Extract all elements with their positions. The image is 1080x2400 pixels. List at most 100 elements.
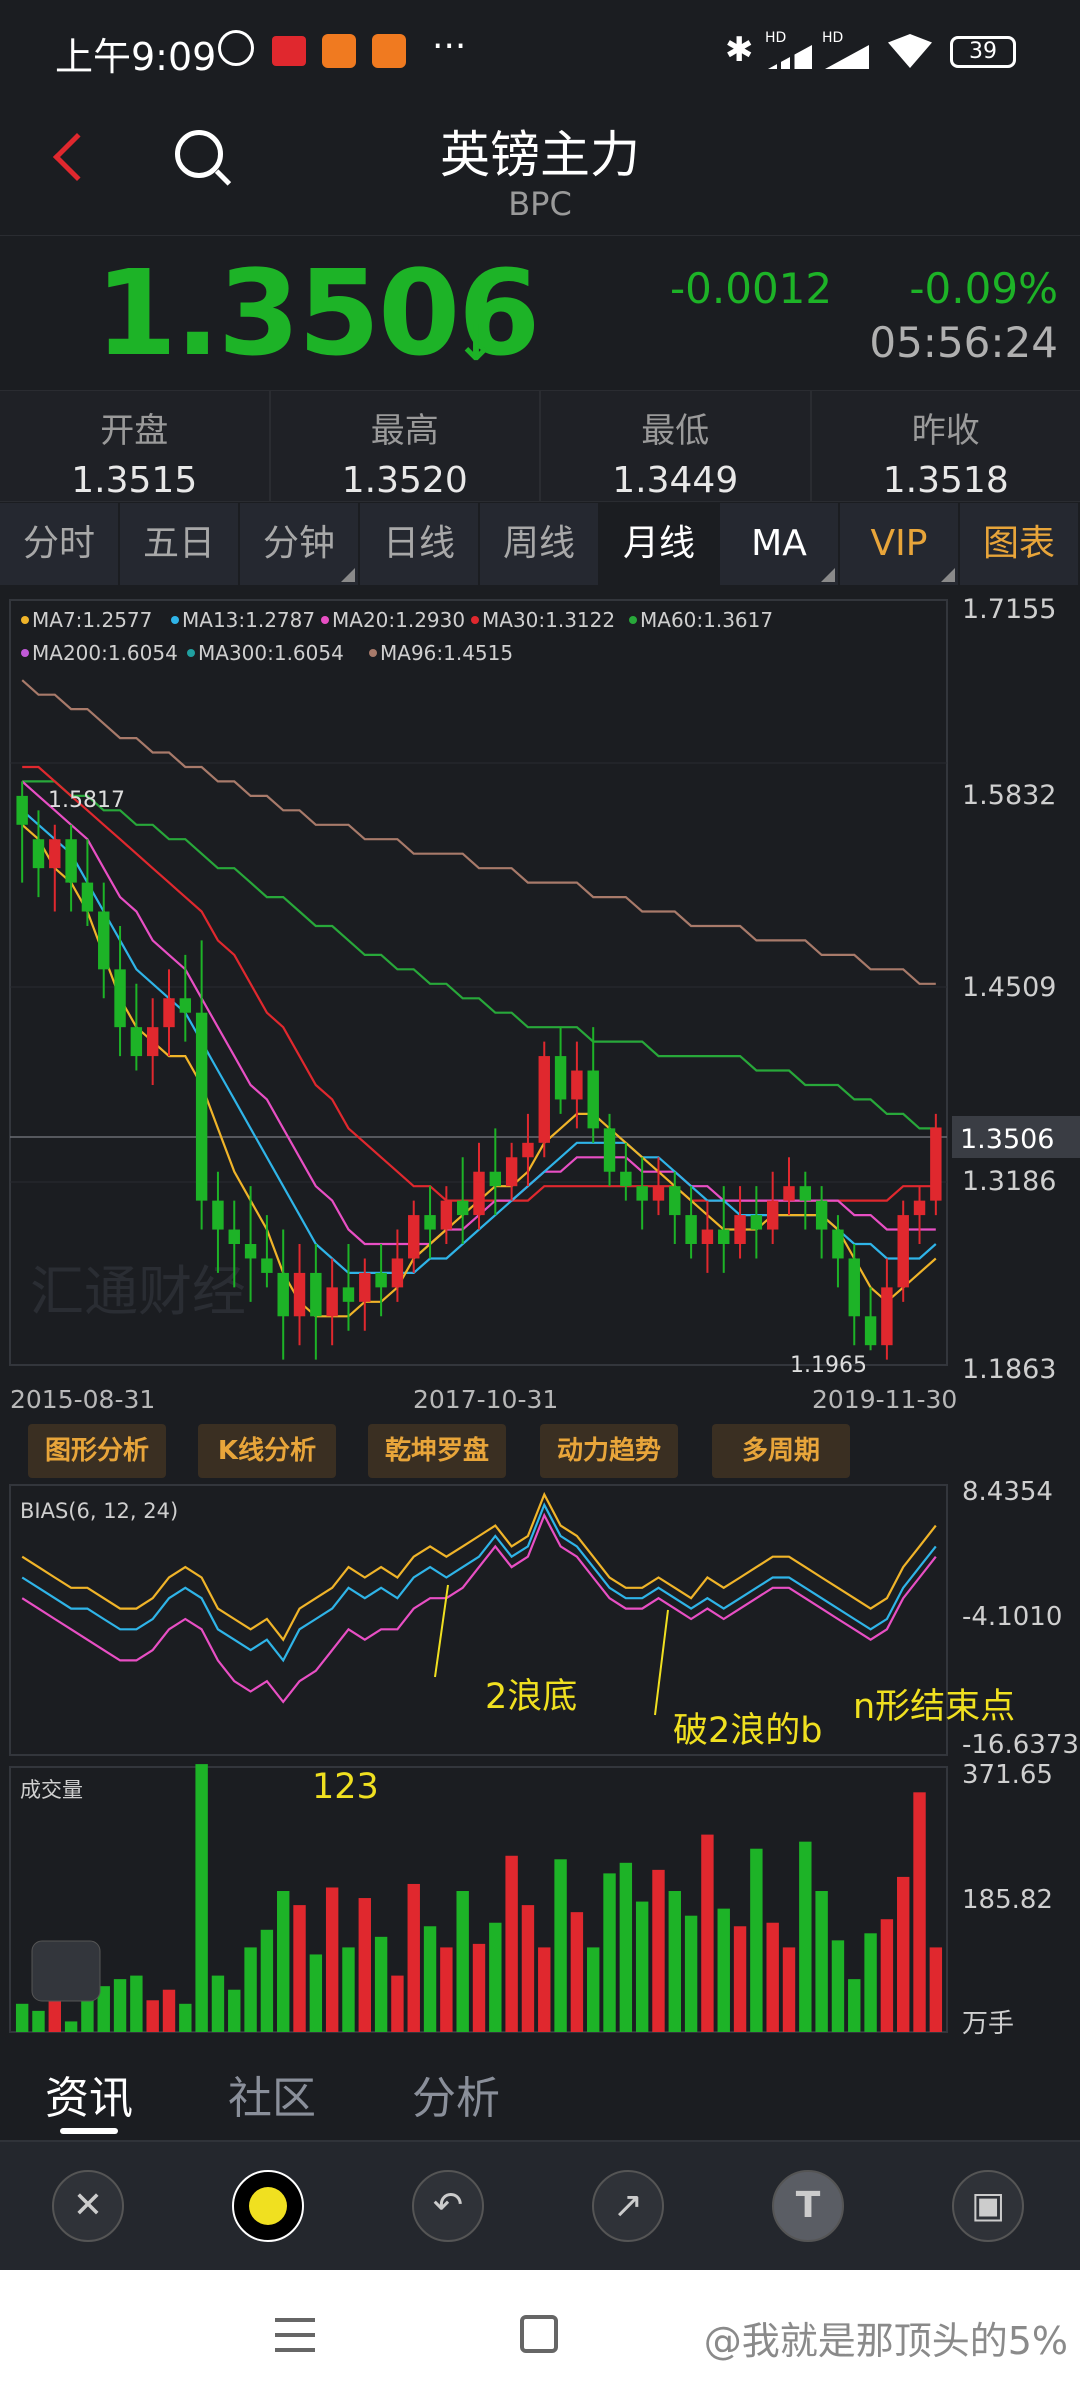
candle-body [620,1171,632,1187]
close-icon[interactable]: ✕ [52,2170,124,2242]
candle-body [179,998,192,1013]
volume-bar [897,1876,910,2032]
quote-time: 05:56:24 [869,318,1058,367]
volume-axis-label: 185.82 [962,1885,1053,1915]
compass-button[interactable]: 乾坤罗盘 [368,1424,506,1478]
tab-five-day[interactable]: 五日 [120,503,240,585]
legend-dot [21,616,29,624]
candle-body [212,1200,224,1230]
tab-daily[interactable]: 日线 [360,503,480,585]
volume-bar [505,1855,518,2032]
price-change: -0.0012 [670,264,833,313]
legend-item: MA7:1.2577 [32,608,152,632]
ma-legend: MA7:1.2577 MA13:1.2787 MA20:1.2930 MA30:1.3… [21,608,773,665]
wifi-icon [888,34,932,68]
undo-icon[interactable]: ↶ [412,2170,484,2242]
kline-analysis-button[interactable]: K线分析 [198,1424,336,1478]
candle-body [244,1244,257,1259]
legend-dot [369,649,377,657]
bias-axis-label: -16.6373 [962,1730,1079,1760]
tab-monthly[interactable]: 月线 [600,503,720,585]
candle-body [734,1215,746,1245]
watermark-text: 汇通财经 [30,1260,246,1323]
volume-bar [407,1883,420,2032]
volume-bar [587,1947,600,2032]
volume-bar [815,1891,828,2032]
tab-intraday[interactable]: 分时 [0,503,120,585]
candle-body [766,1200,779,1230]
candle-body [522,1142,534,1158]
text-icon[interactable]: T [772,2170,844,2242]
legend-item: MA30:1.3122 [482,608,615,632]
main-axis-label: 1.1863 [962,1354,1056,1385]
tab-analysis[interactable]: 分析 [412,2062,500,2126]
home-icon[interactable] [520,2315,558,2353]
candle-body [114,969,126,1028]
candle-body [848,1258,860,1317]
candle-body [685,1215,697,1245]
app-notify-icon [372,34,406,68]
candle-body [587,1070,599,1129]
candle-body [669,1186,681,1216]
candle-body [652,1186,665,1201]
candle-body [701,1229,714,1245]
analysis-buttons: 图形分析 K线分析 乾坤罗盘 动力趋势 多周期 [0,1424,1080,1484]
legend-dot [171,616,179,624]
volume-bar [146,2000,159,2032]
tab-weekly[interactable]: 周线 [480,503,600,585]
color-dot-icon[interactable] [232,2170,304,2242]
tab-minute[interactable]: 分钟 [240,503,360,585]
active-tab-indicator [60,2128,118,2134]
signal-hd-label: HD [822,30,844,46]
momentum-trend-button[interactable]: 动力趋势 [540,1424,678,1478]
candle-body [49,839,61,869]
tab-community[interactable]: 社区 [228,2062,316,2126]
candle-body [799,1186,812,1201]
volume-bar [342,1947,355,2032]
candle-body [815,1200,828,1230]
volume-bar [113,1979,127,2032]
date-label: 2019-11-30 [812,1385,957,1414]
tab-chart-settings[interactable]: 图表 [960,503,1080,585]
fullscreen-toggle-icon[interactable] [31,1940,101,2002]
candle-body [505,1157,518,1187]
volume-axis-label: 371.65 [962,1760,1053,1790]
ohlc-open: 开盘 1.3515 [0,391,271,501]
annotation-arrow [654,1609,669,1716]
ohlc-prev-close: 昨收 1.3518 [882,411,1009,501]
legend-item: MA96:1.4515 [380,641,513,665]
volume-bar [799,1841,812,2032]
battery-icon: 39 [950,36,1016,68]
down-arrow-icon: ↓ [455,314,497,372]
tab-ma[interactable]: MA [720,503,840,585]
legend-dot [21,649,29,657]
volume-bar [32,2010,45,2032]
volume-bar [211,1975,225,2032]
volume-bar [162,1989,176,2032]
arrow-icon[interactable]: ↗ [592,2170,664,2242]
volume-bar [293,1905,306,2032]
kline-chart[interactable]: 1.3506 1.7155 1.5832 1.4509 1.3186 1.186… [0,585,1080,2040]
volume-bar [521,1905,535,2032]
save-icon[interactable]: ▣ [952,2170,1024,2242]
volume-bar [750,1848,763,2032]
shape-analysis-button[interactable]: 图形分析 [28,1424,166,1478]
drawing-toolbar: ✕ ↶ ↗ T ▣ [0,2140,1080,2270]
tab-news[interactable]: 资讯 [45,2062,133,2126]
annotation-text: 2浪底 [485,1677,577,1717]
legend-item: MA20:1.2930 [332,608,465,632]
volume-bar [929,1947,943,2032]
volume-bar [652,1869,665,2032]
bias-plot [21,1491,937,1704]
candle-body [750,1215,763,1230]
candle-body [456,1200,469,1216]
app-notify-icon [272,36,306,66]
volume-bar [880,1919,894,2032]
tab-vip[interactable]: VIP [840,503,960,585]
legend-item: MA60:1.3617 [640,608,773,632]
volume-bar [228,1989,241,2032]
multi-period-button[interactable]: 多周期 [712,1424,850,1478]
candle-body [473,1171,485,1216]
annotation-text: 破2浪的b [673,1711,823,1751]
volume-bar [603,1873,616,2032]
